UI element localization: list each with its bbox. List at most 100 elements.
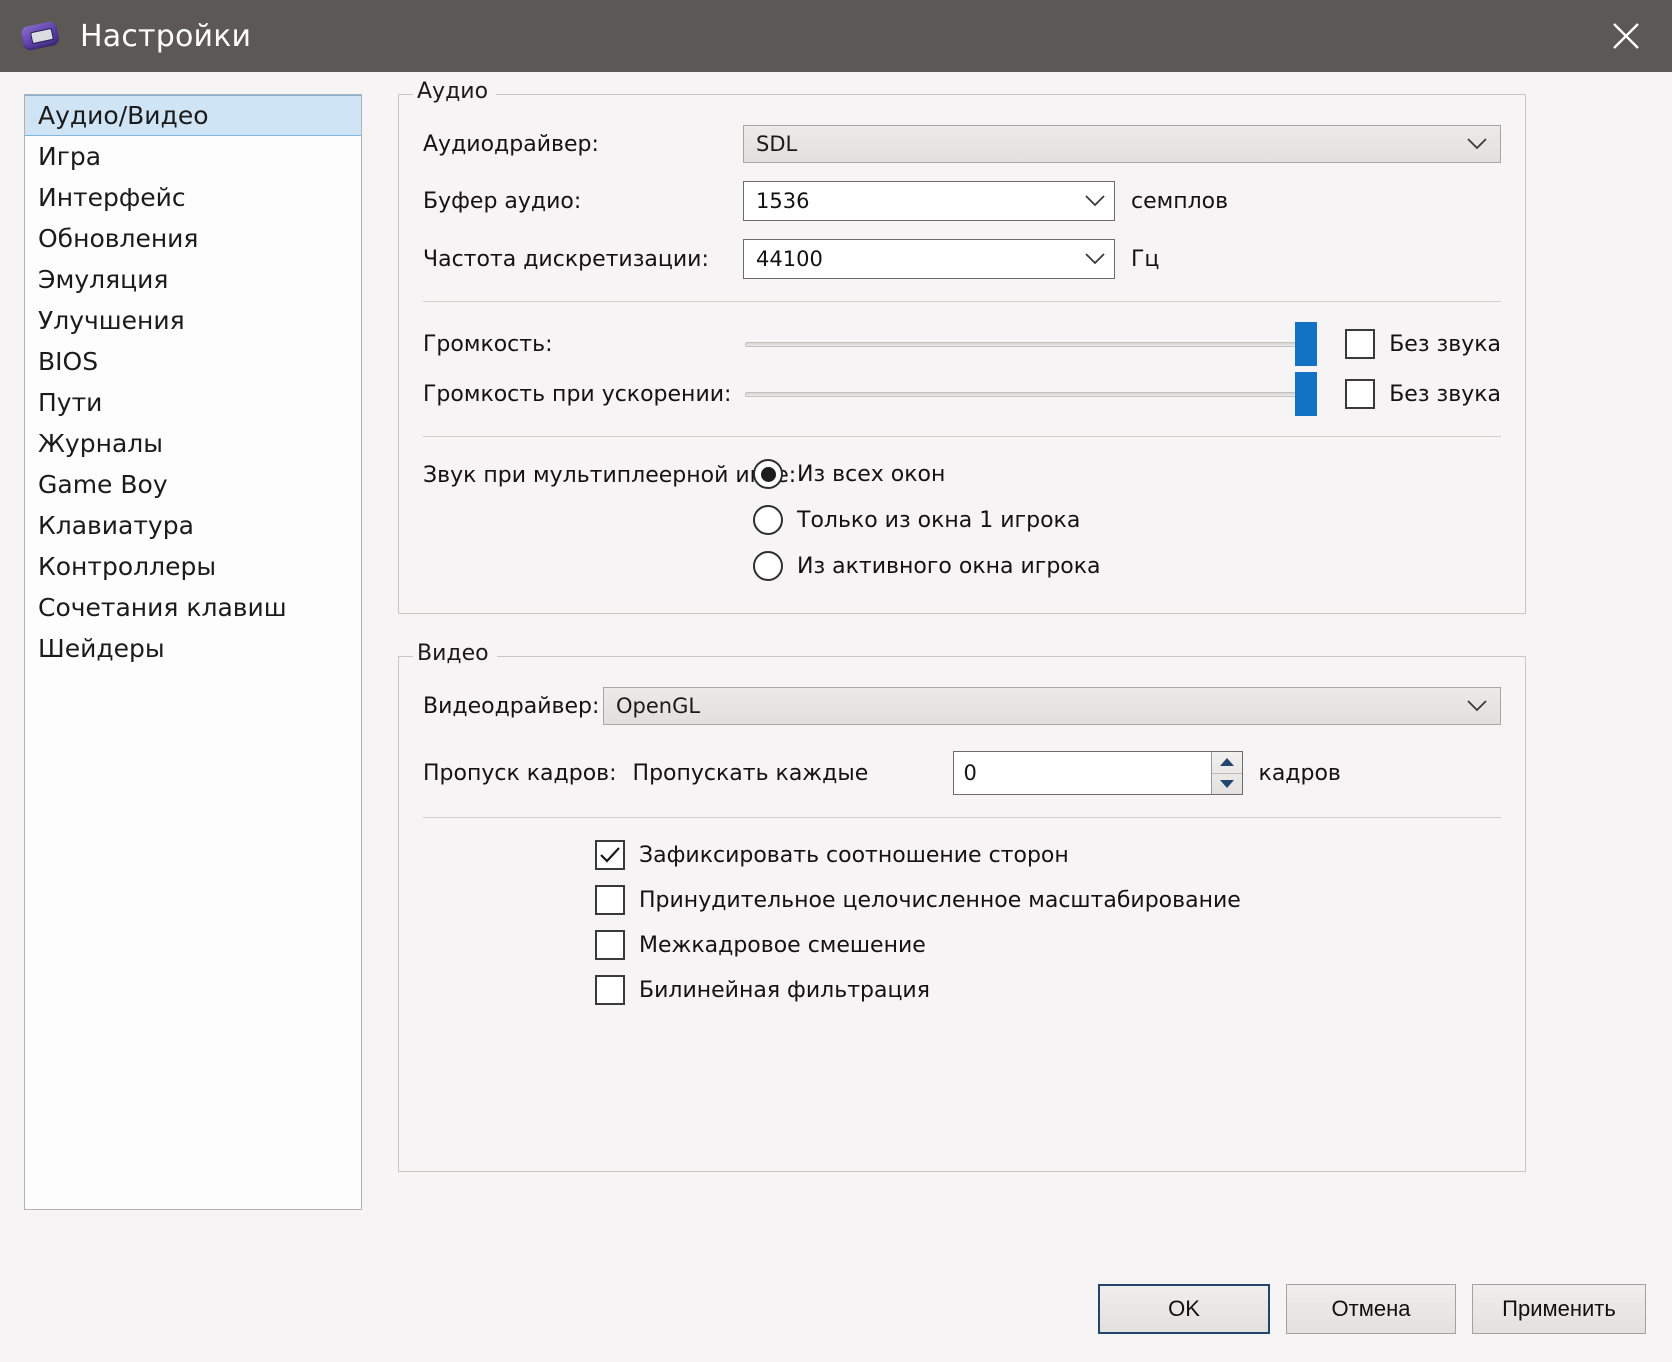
fastforward-volume-row: Громкость при ускорении: Без звука <box>423 372 1501 416</box>
sidebar-item-controllers[interactable]: Контроллеры <box>25 546 361 587</box>
frameskip-stepper[interactable]: 0 <box>952 751 1243 795</box>
settings-category-list[interactable]: Аудио/Видео Игра Интерфейс Обновления Эм… <box>24 94 362 1210</box>
frameskip-label: Пропуск кадров: <box>423 760 617 786</box>
volume-slider[interactable] <box>745 322 1318 366</box>
sidebar-item-shaders[interactable]: Шейдеры <box>25 628 361 669</box>
radio-button[interactable] <box>753 505 783 535</box>
sidebar-item-label: Эмуляция <box>38 265 169 294</box>
audio-samplerate-units: Гц <box>1131 246 1160 272</box>
check-icon <box>600 847 620 863</box>
checkbox-box[interactable] <box>1345 379 1376 409</box>
radio-all-windows[interactable]: Из всех окон <box>753 459 1101 489</box>
audio-driver-value: SDL <box>756 132 798 156</box>
volume-slider-handle[interactable] <box>1295 322 1318 366</box>
video-options-list: Зафиксировать соотношение сторон Принуди… <box>423 840 1501 1005</box>
sidebar-item-label: Игра <box>38 142 102 171</box>
stepper-down-icon[interactable] <box>1212 774 1242 795</box>
frameskip-value[interactable]: 0 <box>954 752 1211 794</box>
audio-samplerate-label: Частота дискретизации: <box>423 246 709 272</box>
radio-button[interactable] <box>753 551 783 581</box>
audio-buffer-select[interactable]: 1536 <box>743 181 1115 221</box>
audio-samplerate-value: 44100 <box>756 247 823 271</box>
audio-buffer-units: семплов <box>1131 188 1229 214</box>
sidebar-item-emulation[interactable]: Эмуляция <box>25 259 361 300</box>
checkbox-interframe-blending[interactable]: Межкадровое смешение <box>595 930 1501 960</box>
sidebar-item-label: Журналы <box>38 429 163 458</box>
frameskip-units: кадров <box>1258 760 1341 786</box>
sidebar-item-label: Аудио/Видео <box>38 101 209 130</box>
video-driver-value: OpenGL <box>616 694 701 718</box>
audio-group-title: Аудио <box>413 79 497 104</box>
close-icon[interactable] <box>1580 0 1672 72</box>
checkbox-box[interactable] <box>595 975 625 1005</box>
ok-button[interactable]: OK <box>1098 1284 1270 1334</box>
audio-buffer-row: Буфер аудио: 1536 семплов <box>423 181 1501 221</box>
sidebar-item-enhancements[interactable]: Улучшения <box>25 300 361 341</box>
radio-player-one-only[interactable]: Только из окна 1 игрока <box>753 505 1101 535</box>
video-group-title: Видео <box>413 641 497 666</box>
sidebar-item-shortcuts[interactable]: Сочетания клавиш <box>25 587 361 628</box>
sidebar-item-label: BIOS <box>38 347 99 376</box>
multiplayer-audio-label: Звук при мультиплеерной игре: <box>423 463 797 488</box>
checkbox-force-integer-scaling[interactable]: Принудительное целочисленное масштабиров… <box>595 885 1501 915</box>
checkbox-lock-aspect-ratio[interactable]: Зафиксировать соотношение сторон <box>595 840 1501 870</box>
sidebar-item-interface[interactable]: Интерфейс <box>25 177 361 218</box>
multiplayer-audio-options: Из всех окон Только из окна 1 игрока Из … <box>753 459 1101 597</box>
checkbox-box[interactable] <box>595 885 625 915</box>
sidebar-item-label: Клавиатура <box>38 511 194 540</box>
checkbox-box[interactable] <box>1345 329 1376 359</box>
video-driver-select[interactable]: OpenGL <box>603 687 1501 725</box>
frameskip-row: Пропуск кадров: Пропускать каждые 0 кадр… <box>423 751 1501 795</box>
volume-mute-checkbox[interactable]: Без звука <box>1345 329 1501 359</box>
chevron-down-icon <box>1464 138 1490 150</box>
radio-label: Из всех окон <box>797 461 946 487</box>
sidebar-item-game[interactable]: Игра <box>25 136 361 177</box>
fastforward-volume-slider[interactable] <box>745 372 1318 416</box>
checkbox-bilinear-filtering[interactable]: Билинейная фильтрация <box>595 975 1501 1005</box>
dialog-body: Аудио/Видео Игра Интерфейс Обновления Эм… <box>0 72 1672 1362</box>
volume-mute-label: Без звука <box>1389 331 1501 357</box>
sidebar-item-bios[interactable]: BIOS <box>25 341 361 382</box>
sidebar-item-label: Обновления <box>38 224 199 253</box>
video-driver-label: Видеодрайвер: <box>423 693 600 719</box>
checkbox-box[interactable] <box>595 930 625 960</box>
radio-button[interactable] <box>753 459 783 489</box>
sidebar-item-updates[interactable]: Обновления <box>25 218 361 259</box>
video-group: Видео Видеодрайвер: OpenGL Пропуск кадро… <box>398 641 1526 1172</box>
sidebar-item-label: Интерфейс <box>38 183 186 212</box>
audio-group: Аудио Аудиодрайвер: SDL Буфер аудио: 153… <box>398 79 1526 614</box>
sidebar-item-game-boy[interactable]: Game Boy <box>25 464 361 505</box>
sidebar-item-logs[interactable]: Журналы <box>25 423 361 464</box>
sidebar-item-keyboard[interactable]: Клавиатура <box>25 505 361 546</box>
radio-active-window[interactable]: Из активного окна игрока <box>753 551 1101 581</box>
audio-driver-select[interactable]: SDL <box>743 125 1501 163</box>
audio-samplerate-select[interactable]: 44100 <box>743 239 1115 279</box>
chevron-down-icon <box>1082 253 1108 265</box>
radio-label: Только из окна 1 игрока <box>797 507 1081 533</box>
sidebar-item-label: Сочетания клавиш <box>38 593 287 622</box>
audio-driver-row: Аудиодрайвер: SDL <box>423 125 1501 163</box>
audio-buffer-label: Буфер аудио: <box>423 188 582 214</box>
audio-samplerate-row: Частота дискретизации: 44100 Гц <box>423 239 1501 279</box>
settings-panel: Аудио Аудиодрайвер: SDL Буфер аудио: 153… <box>398 79 1526 1172</box>
stepper-up-icon[interactable] <box>1211 752 1242 774</box>
apply-button[interactable]: Применить <box>1472 1284 1646 1334</box>
checkbox-box[interactable] <box>595 840 625 870</box>
chevron-down-icon <box>1082 195 1108 207</box>
radio-label: Из активного окна игрока <box>797 553 1101 579</box>
audio-driver-label: Аудиодрайвер: <box>423 131 599 157</box>
fastforward-mute-label: Без звука <box>1389 381 1501 407</box>
gameboy-advance-icon <box>19 20 61 52</box>
cancel-button[interactable]: Отмена <box>1286 1284 1456 1334</box>
fastforward-mute-checkbox[interactable]: Без звука <box>1345 379 1501 409</box>
divider <box>423 436 1501 437</box>
dialog-buttons: OK Отмена Применить <box>1098 1284 1646 1334</box>
volume-label: Громкость: <box>423 331 553 357</box>
sidebar-item-audio-video[interactable]: Аудио/Видео <box>25 95 361 136</box>
fastforward-slider-handle[interactable] <box>1295 372 1318 416</box>
sidebar-item-paths[interactable]: Пути <box>25 382 361 423</box>
chevron-down-icon <box>1464 700 1490 712</box>
audio-buffer-value: 1536 <box>756 189 810 213</box>
sidebar-item-label: Шейдеры <box>38 634 165 663</box>
multiplayer-audio-row: Звук при мультиплеерной игре: Из всех ок… <box>423 459 1501 597</box>
